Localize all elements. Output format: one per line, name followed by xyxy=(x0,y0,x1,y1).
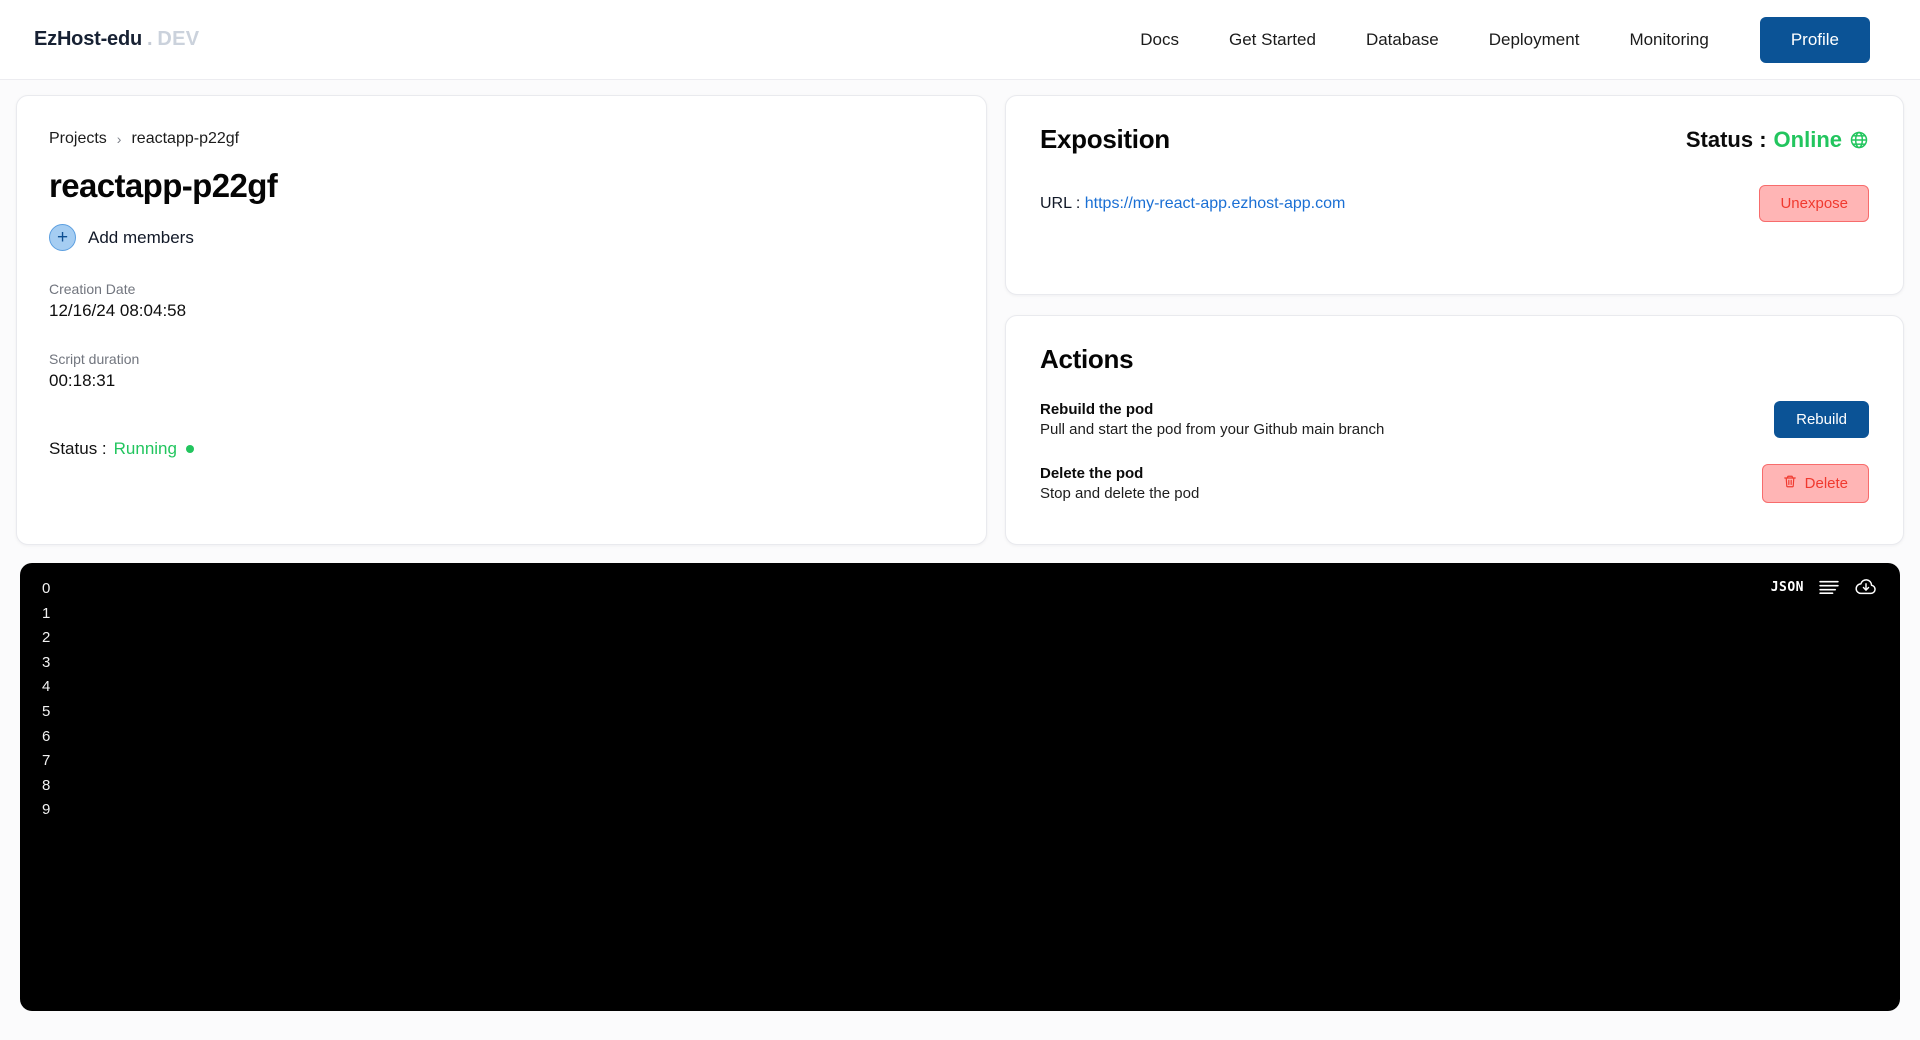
page-title: reactapp-p22gf xyxy=(49,167,278,204)
action-row-delete: Delete the pod Stop and delete the pod D… xyxy=(1040,464,1869,503)
console-line: 7 xyxy=(42,752,51,770)
script-duration-label: Script duration xyxy=(49,351,140,367)
right-column: Exposition Status : Online URL: https:/… xyxy=(1004,95,1904,545)
console-line: 4 xyxy=(42,678,51,696)
profile-button[interactable]: Profile xyxy=(1759,16,1870,63)
exposed-url-link[interactable]: https://my-react-app.ezhost-app.com xyxy=(1085,195,1346,212)
brand-name: EzHost-edu xyxy=(34,28,143,50)
exposition-status-label: Status : xyxy=(1685,126,1767,152)
brand-separator-dot: . xyxy=(147,28,153,50)
exposition-status-value: Online xyxy=(1773,126,1842,152)
console-line: 8 xyxy=(42,776,51,794)
console-toolbar: JSON xyxy=(1771,577,1878,597)
breadcrumb-projects[interactable]: Projects xyxy=(49,130,107,148)
project-status-label: Status : xyxy=(49,439,107,458)
breadcrumb: Projects › reactapp-p22gf xyxy=(49,130,954,148)
breadcrumb-current[interactable]: reactapp-p22gf xyxy=(131,130,239,148)
delete-text-group: Delete the pod Stop and delete the pod xyxy=(1040,465,1199,502)
exposition-url-row: URL : https://my-react-app.ezhost-app.co… xyxy=(1040,185,1869,222)
lines-format-icon[interactable] xyxy=(1818,579,1840,595)
console-line: 1 xyxy=(42,604,51,622)
console-line: 2 xyxy=(42,629,51,647)
plus-icon: + xyxy=(49,224,76,251)
delete-action-name: Delete the pod xyxy=(1039,465,1144,482)
nav-link-monitoring[interactable]: Monitoring xyxy=(1604,20,1733,60)
project-status-value: Running xyxy=(113,439,177,458)
actions-title: Actions xyxy=(1039,344,1134,374)
status-dot-icon xyxy=(185,445,194,453)
add-members-label: Add members xyxy=(88,227,194,247)
rebuild-action-name: Rebuild the pod xyxy=(1039,401,1154,418)
app-header: EzHost-edu . DEV Docs Get Started Databa… xyxy=(0,0,1920,80)
brand-environment-tag: DEV xyxy=(157,28,200,50)
exposition-title: Exposition xyxy=(1039,124,1170,154)
console-log-panel[interactable]: JSON 0 1 2 3 4 5 6 7 8 9 xyxy=(20,563,1900,1011)
brand-logo[interactable]: EzHost-edu . DEV xyxy=(34,28,199,51)
url-label: URL : xyxy=(1039,194,1081,212)
nav-link-docs[interactable]: Docs xyxy=(1115,20,1204,60)
rebuild-text-group: Rebuild the pod Pull and start the pod f… xyxy=(1040,401,1384,438)
delete-button[interactable]: Delete xyxy=(1761,464,1869,503)
script-duration-value: 00:18:31 xyxy=(49,371,116,390)
creation-date-label: Creation Date xyxy=(49,281,136,297)
nav-link-deployment[interactable]: Deployment xyxy=(1464,20,1605,60)
cloud-download-icon[interactable] xyxy=(1854,577,1878,597)
delete-action-desc: Stop and delete the pod xyxy=(1039,485,1200,502)
console-output: 0 1 2 3 4 5 6 7 8 9 xyxy=(20,563,1900,823)
delete-label: Delete xyxy=(1804,475,1848,492)
console-line: 5 xyxy=(42,702,51,720)
content-area: Projects › reactapp-p22gf reactapp-p22gf… xyxy=(0,80,1920,545)
json-format-button[interactable]: JSON xyxy=(1771,580,1804,595)
console-line: 3 xyxy=(42,653,51,671)
add-members-button[interactable]: + Add members xyxy=(49,224,194,251)
globe-icon xyxy=(1849,130,1869,150)
status-badge: Status : Online xyxy=(1686,127,1869,153)
action-row-rebuild: Rebuild the pod Pull and start the pod f… xyxy=(1040,401,1869,438)
unexpose-button[interactable]: Unexpose xyxy=(1759,185,1869,222)
console-line: 0 xyxy=(42,580,51,597)
rebuild-button[interactable]: Rebuild xyxy=(1774,401,1869,438)
script-duration-block: Script duration 00:18:31 xyxy=(49,351,954,391)
main-navigation: Docs Get Started Database Deployment Mon… xyxy=(1115,16,1870,63)
console-line: 9 xyxy=(42,801,51,819)
nav-link-get-started[interactable]: Get Started xyxy=(1204,20,1341,60)
chevron-right-icon: › xyxy=(116,131,122,147)
exposition-card: Exposition Status : Online URL: https:/… xyxy=(1004,95,1904,295)
project-overview-card: Projects › reactapp-p22gf reactapp-p22gf… xyxy=(16,95,987,545)
project-status: Status : Running xyxy=(49,439,954,459)
url-text: URL : https://my-react-app.ezhost-app.co… xyxy=(1040,195,1345,213)
creation-date-value: 12/16/24 08:04:58 xyxy=(49,301,187,320)
exposition-header: Exposition Status : Online xyxy=(1040,124,1869,155)
creation-date-block: Creation Date 12/16/24 08:04:58 xyxy=(49,281,954,321)
actions-card: Actions Rebuild the pod Pull and start t… xyxy=(1004,315,1904,545)
trash-icon xyxy=(1783,474,1797,493)
nav-link-database[interactable]: Database xyxy=(1341,20,1464,60)
rebuild-action-desc: Pull and start the pod from your Github … xyxy=(1039,421,1385,438)
console-line: 6 xyxy=(42,727,51,745)
unexpose-label: Unexpose xyxy=(1780,195,1848,212)
